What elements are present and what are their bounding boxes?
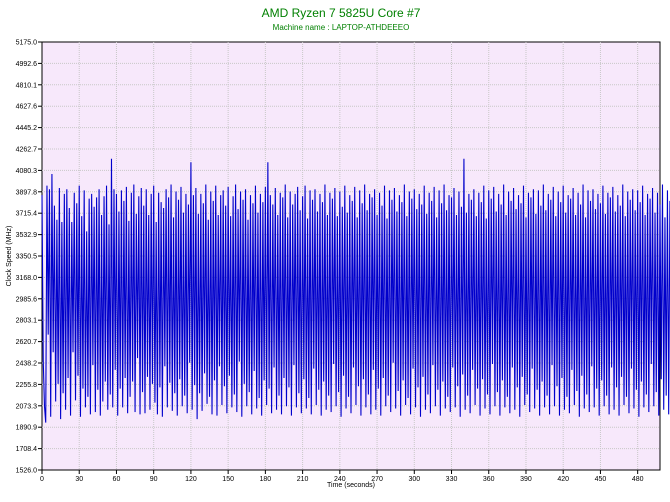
x-tick-label: 60 xyxy=(113,476,121,483)
y-tick-label: 5175.0 xyxy=(16,40,38,47)
y-tick-label: 3715.4 xyxy=(16,211,38,218)
x-tick-label: 300 xyxy=(408,476,420,483)
y-tick-label: 2438.2 xyxy=(16,361,38,368)
y-tick-label: 3897.8 xyxy=(16,189,38,196)
x-tick-label: 150 xyxy=(222,476,234,483)
x-tick-label: 330 xyxy=(446,476,458,483)
y-tick-label: 4080.3 xyxy=(16,168,38,175)
y-tick-label: 3350.5 xyxy=(16,254,38,261)
y-tick-label: 4445.2 xyxy=(16,125,38,132)
clock-speed-chart: AMD Ryzen 7 5825U Core #7 Machine name :… xyxy=(0,0,670,502)
y-tick-label: 2255.8 xyxy=(16,382,38,389)
y-tick-label: 4262.7 xyxy=(16,147,38,154)
x-tick-label: 120 xyxy=(185,476,197,483)
y-tick-label: 3168.0 xyxy=(16,275,38,282)
x-tick-label: 450 xyxy=(595,476,607,483)
x-axis-label: Time (seconds) xyxy=(327,482,375,489)
x-tick-label: 420 xyxy=(557,476,569,483)
y-tick-label: 4627.6 xyxy=(16,104,38,111)
y-tick-label: 2803.1 xyxy=(16,318,38,325)
y-axis-label: Clock Speed (MHz) xyxy=(6,226,13,287)
x-tick-label: 0 xyxy=(40,476,44,483)
y-tick-label: 4810.1 xyxy=(16,82,38,89)
x-tick-label: 210 xyxy=(297,476,309,483)
y-tick-label: 1890.9 xyxy=(16,425,38,432)
y-tick-label: 2985.6 xyxy=(16,296,38,303)
x-tick-label: 30 xyxy=(75,476,83,483)
x-tick-label: 360 xyxy=(483,476,495,483)
x-tick-label: 180 xyxy=(260,476,272,483)
x-tick-label: 90 xyxy=(150,476,158,483)
x-tick-label: 480 xyxy=(632,476,644,483)
x-tick-label: 390 xyxy=(520,476,532,483)
y-tick-label: 2620.7 xyxy=(16,339,38,346)
y-tick-label: 4992.6 xyxy=(16,61,38,68)
chart-subtitle: Machine name : LAPTOP-ATHDEEEO xyxy=(273,23,410,32)
chart-title: AMD Ryzen 7 5825U Core #7 xyxy=(262,6,421,20)
y-tick-label: 2073.3 xyxy=(16,403,38,410)
y-tick-label: 1526.0 xyxy=(16,468,38,475)
y-tick-label: 1708.4 xyxy=(16,446,38,453)
y-tick-label: 3532.9 xyxy=(16,232,38,239)
